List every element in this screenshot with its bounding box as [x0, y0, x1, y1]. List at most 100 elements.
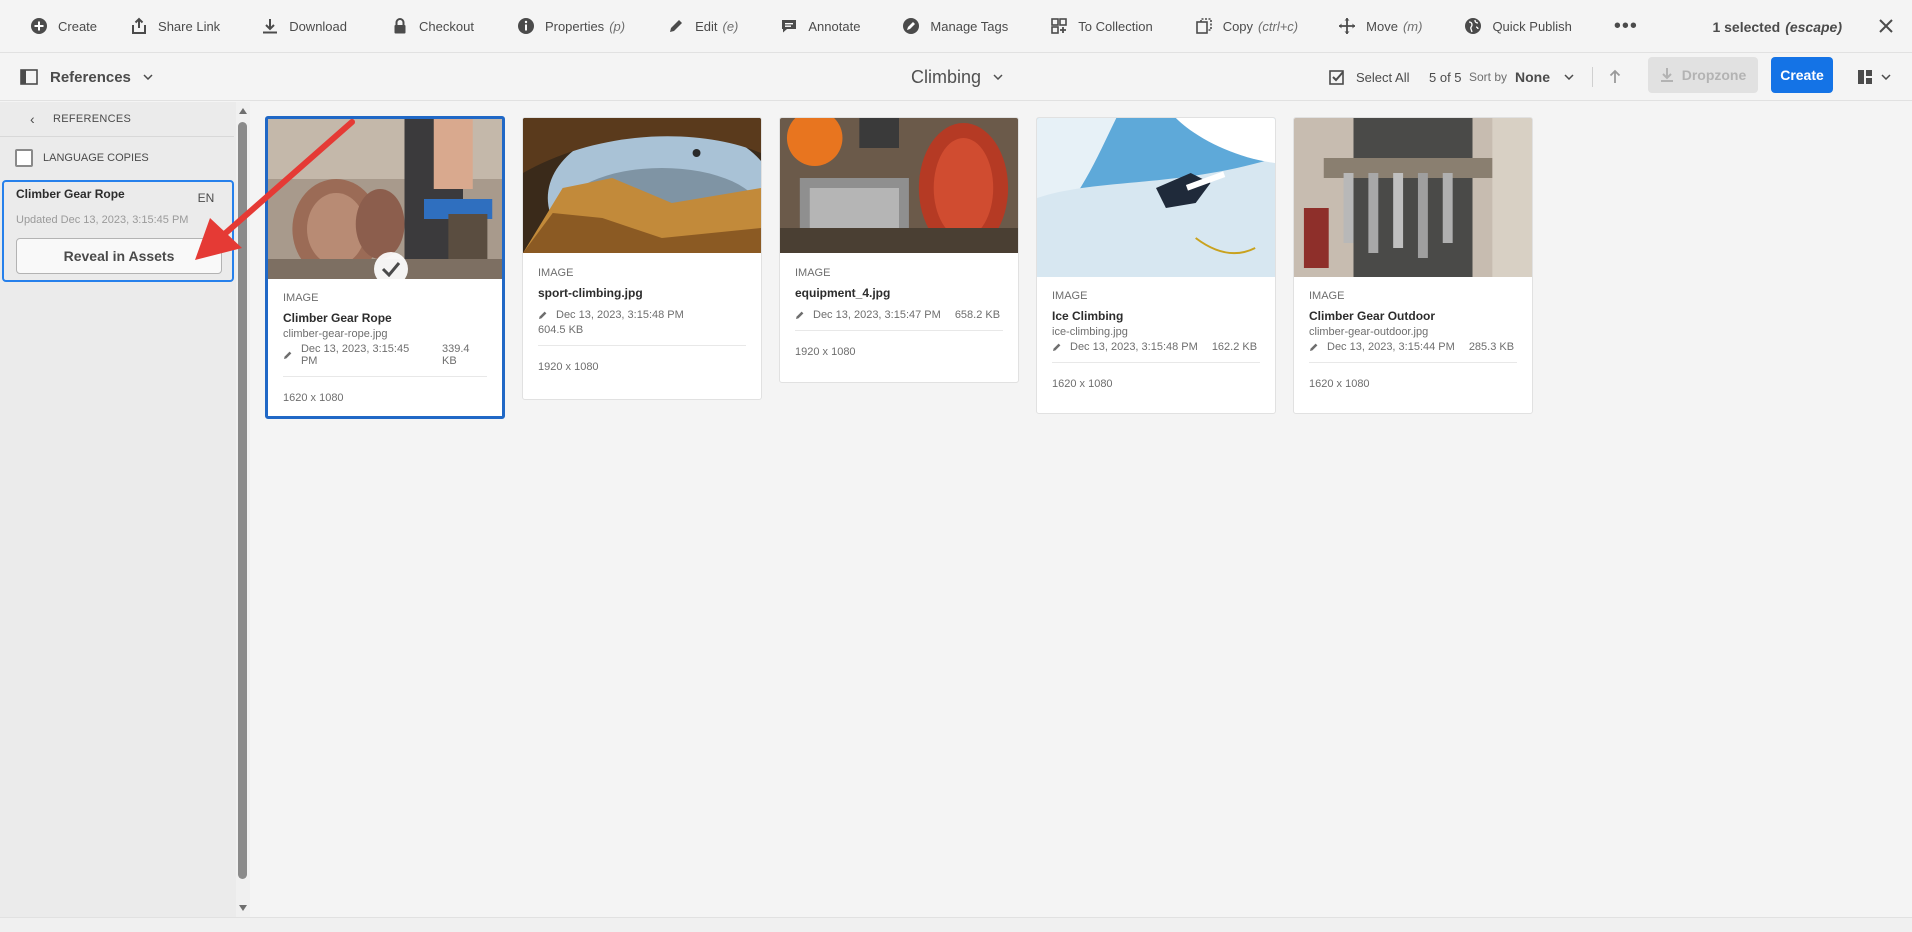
scroll-down-arrow[interactable] — [239, 905, 247, 911]
asset-meta: Dec 13, 2023, 3:15:48 PM 162.2 KB — [1052, 341, 1260, 353]
annotate-action[interactable]: Annotate — [780, 0, 860, 53]
reference-card[interactable]: Climber Gear Rope EN Updated Dec 13, 202… — [2, 180, 234, 282]
download-icon — [263, 19, 278, 34]
chevron-down-icon — [993, 74, 1003, 80]
asset-meta: Dec 13, 2023, 3:15:48 PM — [538, 309, 746, 321]
asset-size: 285.3 KB — [1468, 341, 1515, 353]
download-action[interactable]: Download — [261, 0, 347, 53]
pencil-icon — [1053, 343, 1061, 351]
selected-check-icon — [374, 252, 408, 286]
properties-action-label: Properties — [544, 18, 605, 34]
sort-by-value: None — [1515, 69, 1550, 85]
pencil-icon — [283, 351, 292, 359]
asset-title: Climber Gear Rope — [283, 311, 392, 325]
checkout-action-label: Checkout — [419, 18, 474, 34]
asset-type: IMAGE — [538, 267, 574, 279]
divider — [1309, 362, 1517, 363]
pencil-icon — [1310, 343, 1318, 351]
references-back-header[interactable]: ‹ REFERENCES — [0, 102, 234, 137]
status-strip — [0, 917, 1912, 932]
edit-action[interactable]: Edit (e) — [667, 0, 738, 53]
to-collection-action[interactable]: To Collection — [1050, 0, 1153, 53]
sort-by-dropdown[interactable]: None — [1515, 53, 1574, 101]
asset-card-climber-gear-outdoor[interactable]: IMAGE Climber Gear Outdoor climber-gear-… — [1293, 117, 1533, 414]
asset-dimensions: 1920 x 1080 — [795, 346, 856, 358]
reveal-in-assets-button[interactable]: Reveal in Assets — [16, 238, 222, 274]
select-all-label: Select All — [1356, 69, 1410, 85]
language-badge: EN — [197, 191, 215, 205]
asset-card-ice-climbing[interactable]: IMAGE Ice Climbing ice-climbing.jpg Dec … — [1036, 117, 1276, 414]
asset-card-equipment-4[interactable]: IMAGE equipment_4.jpg Dec 13, 2023, 3:15… — [779, 117, 1019, 383]
copy-action[interactable]: Copy (ctrl+c) — [1195, 0, 1298, 53]
asset-card-details: IMAGE sport-climbing.jpg Dec 13, 2023, 3… — [523, 267, 761, 373]
action-bar: Create Share Link Download Checkout Prop… — [0, 0, 1912, 53]
asset-card-details: IMAGE Ice Climbing ice-climbing.jpg Dec … — [1037, 290, 1275, 390]
create-action[interactable]: Create — [30, 0, 97, 53]
pencil-icon — [670, 20, 683, 32]
chevron-down-icon — [143, 74, 153, 80]
asset-card-sport-climbing[interactable]: IMAGE sport-climbing.jpg Dec 13, 2023, 3… — [522, 117, 762, 400]
to-collection-action-label: To Collection — [1078, 18, 1153, 34]
asset-modified-date: Dec 13, 2023, 3:15:44 PM — [1327, 341, 1455, 353]
globe-icon — [1465, 18, 1482, 34]
asset-filename: climber-gear-rope.jpg — [283, 328, 388, 340]
select-all-button[interactable]: Select All — [1328, 53, 1409, 101]
manage-tags-action[interactable]: Manage Tags — [902, 0, 1008, 53]
more-actions-button[interactable]: ••• — [1614, 15, 1638, 38]
asset-thumbnail — [780, 118, 1018, 253]
chevron-down-icon — [1564, 74, 1574, 80]
share-link-action[interactable]: Share Link — [130, 0, 220, 53]
selection-status: 1 selected (escape) — [1712, 0, 1842, 53]
divider — [1052, 362, 1260, 363]
rail-switcher[interactable]: References — [20, 53, 165, 101]
download-action-label: Download — [289, 18, 348, 34]
item-count: 5 of 5 — [1429, 69, 1462, 85]
select-all-icon — [1329, 70, 1344, 85]
rail-panel-icon — [20, 69, 38, 85]
dropzone-button: Dropzone — [1648, 57, 1758, 93]
asset-meta: Dec 13, 2023, 3:15:44 PM 285.3 KB — [1309, 341, 1517, 353]
asset-modified-date: Dec 13, 2023, 3:15:48 PM — [556, 309, 684, 321]
selection-shortcut: (escape) — [1785, 18, 1842, 35]
language-copies-row: LANGUAGE COPIES — [0, 138, 234, 178]
edit-action-label: Edit — [695, 18, 718, 34]
asset-size: 658.2 KB — [954, 309, 1001, 321]
header-bar: References Climbing Select All 5 of 5 So… — [0, 53, 1912, 101]
selection-count: 1 selected — [1712, 18, 1781, 35]
move-action-label: Move — [1366, 18, 1398, 34]
folder-title-text: Climbing — [911, 66, 982, 87]
pencil-icon — [796, 311, 804, 319]
rail-scrollbar[interactable] — [236, 102, 250, 917]
asset-card-climber-gear-rope[interactable]: IMAGE Climber Gear Rope climber-gear-rop… — [265, 116, 505, 419]
reference-title: Climber Gear Rope — [16, 187, 125, 201]
asset-dimensions: 1620 x 1080 — [1309, 378, 1370, 390]
move-action[interactable]: Move (m) — [1338, 0, 1422, 53]
chevron-down-icon — [1881, 74, 1891, 80]
move-icon — [1339, 18, 1356, 34]
asset-type: IMAGE — [283, 292, 319, 304]
info-icon — [517, 18, 534, 34]
checkout-action[interactable]: Checkout — [391, 0, 474, 53]
tag-icon — [903, 18, 920, 34]
properties-action[interactable]: Properties (p) — [517, 0, 625, 53]
quick-publish-action[interactable]: Quick Publish — [1464, 0, 1572, 53]
asset-thumbnail — [1037, 118, 1275, 277]
quick-publish-action-label: Quick Publish — [1492, 18, 1572, 34]
divider — [1592, 67, 1593, 87]
edit-shortcut: (e) — [722, 18, 739, 34]
asset-type: IMAGE — [795, 267, 831, 279]
view-switcher[interactable] — [1857, 53, 1891, 101]
chevron-left-icon: ‹ — [30, 111, 35, 127]
scroll-up-arrow[interactable] — [239, 108, 247, 114]
sort-by-label: Sort by — [1469, 70, 1508, 84]
manage-tags-action-label: Manage Tags — [930, 18, 1009, 34]
properties-shortcut: (p) — [609, 18, 626, 34]
folder-title[interactable]: Climbing — [911, 53, 1003, 101]
language-copies-label: LANGUAGE COPIES — [43, 152, 149, 164]
create-button[interactable]: Create — [1771, 57, 1833, 93]
close-selection-icon[interactable] — [1876, 16, 1896, 36]
asset-dimensions: 1620 x 1080 — [1052, 378, 1113, 390]
scroll-thumb[interactable] — [238, 122, 247, 879]
language-copies-checkbox[interactable] — [15, 149, 33, 167]
arrow-up-icon[interactable] — [1606, 68, 1624, 86]
